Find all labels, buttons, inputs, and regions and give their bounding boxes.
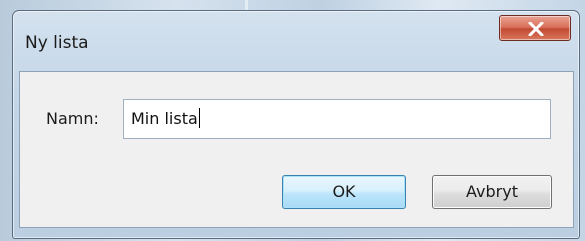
- name-input[interactable]: Min lista: [123, 99, 551, 139]
- text-caret: [198, 108, 200, 128]
- close-button[interactable]: [499, 15, 571, 41]
- name-input-value: Min lista: [131, 109, 198, 128]
- ok-button[interactable]: OK: [282, 175, 406, 209]
- close-icon: [528, 22, 544, 36]
- dialog-client-area: Namn: Min lista OK Avbryt: [19, 71, 574, 228]
- new-list-dialog: Ny lista Namn: Min lista OK Avbryt: [12, 10, 580, 239]
- name-label: Namn:: [46, 109, 99, 128]
- dialog-title: Ny lista: [25, 33, 89, 53]
- cancel-button[interactable]: Avbryt: [432, 175, 552, 209]
